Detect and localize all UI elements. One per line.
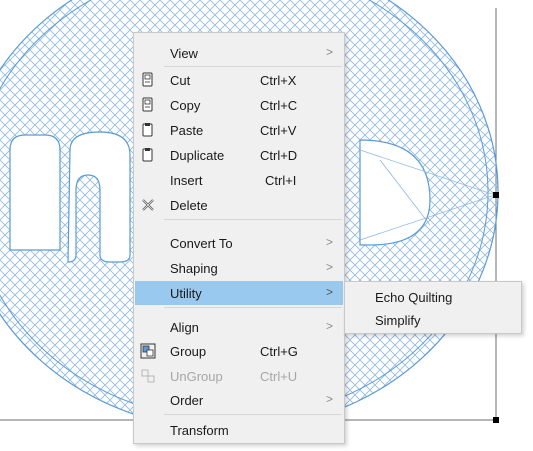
menu-item-label: Cut	[170, 73, 191, 88]
copy-icon	[142, 97, 153, 112]
selection-handle-bottom-right[interactable]	[493, 417, 499, 423]
chevron-right-icon: >	[325, 235, 333, 249]
menu-item-order[interactable]: Order >	[135, 388, 343, 412]
shortcut-text: Ctrl+I	[265, 173, 297, 188]
menu-item-group[interactable]: Group Ctrl+G	[135, 339, 343, 363]
group-icon	[140, 343, 156, 359]
menu-item-insert[interactable]: Insert Ctrl+I	[135, 168, 343, 192]
menu-item-delete[interactable]: Delete	[135, 193, 343, 217]
menu-item-cut[interactable]: Cut Ctrl+X	[135, 68, 343, 92]
menu-item-paste[interactable]: Paste Ctrl+V	[135, 118, 343, 142]
ungroup-icon	[141, 369, 155, 383]
menu-item-label: Transform	[170, 423, 229, 438]
menu-item-label: Shaping	[170, 261, 218, 276]
paste-icon	[142, 123, 153, 137]
menu-item-label: View	[170, 46, 198, 61]
menu-item-ungroup[interactable]: UnGroup Ctrl+U	[135, 364, 343, 388]
menu-item-label: Duplicate	[170, 148, 225, 163]
chevron-right-icon: >	[325, 285, 333, 299]
menu-item-utility[interactable]: Utility >	[135, 281, 343, 305]
menu-item-label: Order	[170, 393, 204, 408]
menu-separator	[164, 219, 342, 220]
menu-item-transform[interactable]: Transform	[135, 418, 343, 442]
menu-item-label: Insert	[170, 173, 203, 188]
menu-separator	[164, 414, 342, 415]
menu-item-view[interactable]: View >	[135, 41, 343, 65]
menu-item-copy[interactable]: Copy Ctrl+C	[135, 93, 343, 117]
delete-icon	[142, 199, 154, 211]
shortcut-text: Ctrl+D	[260, 148, 298, 163]
submenu-item-simplify[interactable]: Simplify	[346, 308, 520, 332]
menu-item-label: Copy	[170, 98, 201, 113]
shortcut-text: Ctrl+V	[260, 123, 297, 138]
menu-item-label: Align	[170, 320, 199, 335]
shortcut-text: Ctrl+U	[260, 369, 298, 384]
menu-item-label: Delete	[170, 198, 208, 213]
menu-item-label: Group	[170, 344, 207, 359]
menu-item-label: Utility	[170, 286, 202, 301]
menu-item-convert-to[interactable]: Convert To >	[135, 231, 343, 255]
menu-item-label: Paste	[170, 123, 204, 138]
selection-handle-right[interactable]	[493, 192, 499, 198]
menu-item-label: UnGroup	[170, 369, 223, 384]
chevron-right-icon: >	[325, 260, 333, 274]
context-menu: View > Cut Ctrl+X Copy Ctrl+C Paste Ctrl…	[133, 32, 345, 444]
submenu-item-echo-quilting[interactable]: Echo Quilting	[346, 285, 520, 309]
menu-item-label: Convert To	[170, 236, 233, 251]
menu-item-align[interactable]: Align >	[135, 315, 343, 339]
submenu-item-label: Simplify	[375, 313, 421, 328]
duplicate-icon	[142, 148, 153, 162]
chevron-right-icon: >	[325, 319, 333, 333]
menu-item-duplicate[interactable]: Duplicate Ctrl+D	[135, 143, 343, 167]
chevron-right-icon: >	[325, 392, 333, 406]
utility-submenu: Echo Quilting Simplify	[344, 281, 522, 334]
shortcut-text: Ctrl+X	[260, 73, 297, 88]
menu-item-shaping[interactable]: Shaping >	[135, 256, 343, 280]
cut-icon	[142, 72, 153, 87]
shortcut-text: Ctrl+G	[260, 344, 298, 359]
menu-separator	[164, 66, 342, 67]
chevron-right-icon: >	[325, 45, 333, 59]
shortcut-text: Ctrl+C	[260, 98, 298, 113]
submenu-item-label: Echo Quilting	[375, 290, 453, 305]
menu-separator	[164, 307, 342, 308]
